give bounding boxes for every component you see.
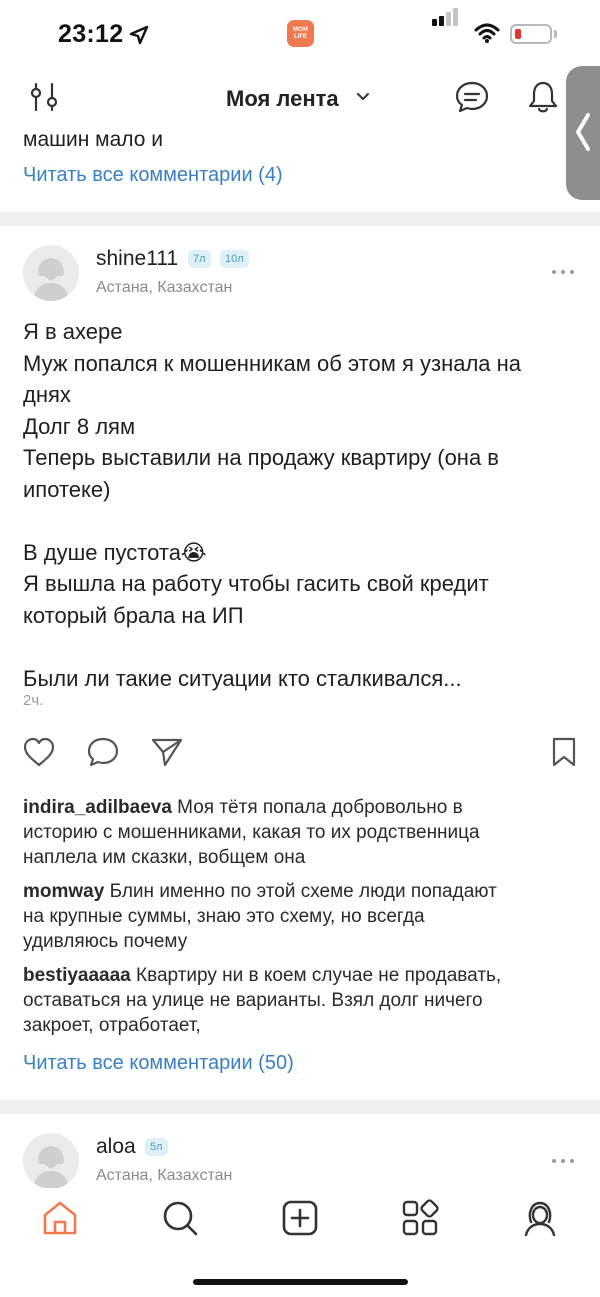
comment-author: momway xyxy=(23,881,105,902)
add-icon[interactable] xyxy=(280,1198,320,1238)
post-line: Теперь выставили на продажу квартиру (он… xyxy=(23,445,499,470)
post-username[interactable]: aloa xyxy=(96,1135,136,1159)
post-line: Муж попался к мошенникам об этом я узнал… xyxy=(23,350,522,376)
comment-item[interactable]: bestiyaaaaa Квартиру ни в коем случае не… xyxy=(23,963,583,1038)
status-bar: 23:12 MOM LIFE xyxy=(0,0,600,70)
user-placeholder-icon xyxy=(33,258,69,301)
post-username[interactable]: shine111 xyxy=(96,247,178,271)
location-arrow-icon xyxy=(129,25,149,45)
more-options-icon[interactable] xyxy=(552,270,576,276)
more-options-icon[interactable] xyxy=(552,1159,576,1165)
previous-comment-text: машин мало и xyxy=(23,128,163,151)
bookmark-icon[interactable] xyxy=(550,736,578,768)
read-all-comments-link[interactable]: Читать все комментарии (50) xyxy=(23,1052,294,1075)
user-placeholder-icon xyxy=(33,1146,69,1189)
post-line: В душе пустота😭 xyxy=(23,539,207,565)
battery-cap xyxy=(554,30,557,38)
child-age-badge: 7л xyxy=(188,250,211,268)
avatar[interactable] xyxy=(23,245,79,301)
comment-text: удивляюсь почему xyxy=(23,931,188,952)
comment-text: оставаться на улице не варианты. Взял до… xyxy=(23,990,483,1011)
comment-text: на крупные суммы, знаю это схему, но все… xyxy=(23,906,425,927)
wifi-icon xyxy=(474,23,500,43)
comment-text: Квартиру ни в коем случае не продавать, xyxy=(130,965,502,986)
post-line: Я вышла на работу чтобы гасить свой кред… xyxy=(23,571,489,596)
comment-item[interactable]: momway Блин именно по этой схеме люди по… xyxy=(23,879,583,954)
feed-title[interactable]: Моя лента xyxy=(226,86,339,112)
categories-icon[interactable] xyxy=(400,1198,440,1238)
avatar[interactable] xyxy=(23,1133,79,1189)
post-location: Астана, Казахстан xyxy=(96,1167,233,1184)
chat-icon[interactable] xyxy=(454,80,490,114)
post-line: Были ли такие ситуации кто сталкивался..… xyxy=(23,665,462,691)
post-location: Астана, Казахстан xyxy=(96,279,233,296)
post-line: Я в ахере xyxy=(23,319,123,344)
app-badge-icon: MOM LIFE xyxy=(287,20,314,47)
comment-author: indira_adilbaeva xyxy=(23,797,172,818)
chevron-down-icon[interactable] xyxy=(356,91,370,103)
read-all-comments-link[interactable]: Читать все комментарии (4) xyxy=(23,164,283,187)
top-nav: Моя лента xyxy=(0,70,600,126)
chevron-left-icon xyxy=(576,113,590,151)
comment-author: bestiyaaaaa xyxy=(23,965,131,986)
share-icon[interactable] xyxy=(150,736,184,768)
bell-icon[interactable] xyxy=(526,79,560,115)
comment-item[interactable]: indira_adilbaeva Моя тётя попала доброво… xyxy=(23,795,583,870)
comment-text: Моя тётя попала добровольно в xyxy=(171,797,463,818)
post-text: Я в ахере Муж попался к мошенникам об эт… xyxy=(23,316,583,694)
filter-icon[interactable] xyxy=(28,82,62,112)
post-line xyxy=(23,631,583,663)
post-line: Долг 8 лям xyxy=(23,413,136,439)
home-indicator[interactable] xyxy=(193,1279,408,1285)
battery-icon xyxy=(510,24,552,44)
post-line: который брала на ИП xyxy=(23,602,244,628)
post-divider xyxy=(0,212,600,226)
comment-text: наплела им сказки, вобщем она xyxy=(23,847,306,868)
post-line xyxy=(23,505,583,537)
search-icon[interactable] xyxy=(160,1198,200,1238)
post-line: ипотеке) xyxy=(23,476,111,502)
status-time: 23:12 xyxy=(58,20,124,48)
profile-icon[interactable] xyxy=(520,1198,560,1238)
post-divider xyxy=(0,1100,600,1114)
side-drawer-handle[interactable] xyxy=(566,66,600,200)
home-icon[interactable] xyxy=(40,1198,80,1238)
comment-text: Блин именно по этой схеме люди попадают xyxy=(104,881,497,902)
post-line: днях xyxy=(23,382,71,407)
comment-text: историю с мошенниками, какая то их родст… xyxy=(23,822,480,843)
comment-icon[interactable] xyxy=(86,736,120,768)
child-age-badge: 10л xyxy=(220,250,249,268)
child-age-badge: 5л xyxy=(145,1138,168,1156)
heart-icon[interactable] xyxy=(22,736,56,768)
post-timestamp: 2ч. xyxy=(23,692,44,709)
comment-text: закроет, отработает, xyxy=(23,1015,201,1036)
